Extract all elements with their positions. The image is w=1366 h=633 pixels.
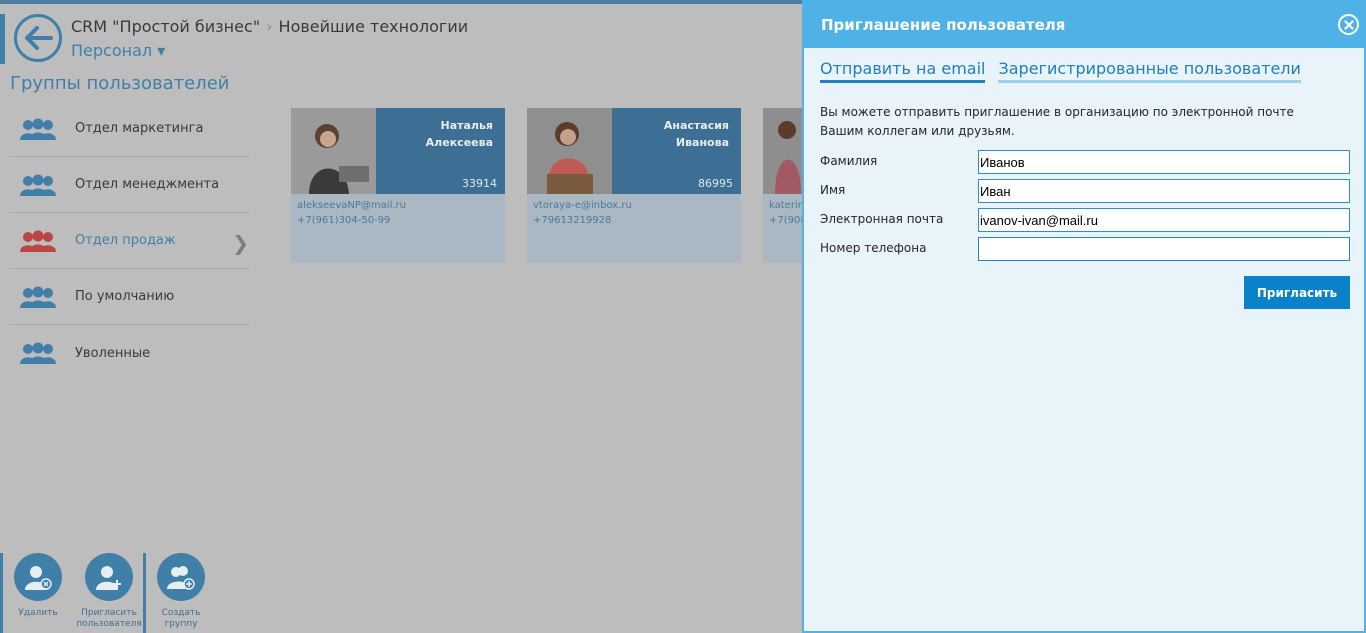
panel-header: Приглашение пользователя [804, 0, 1366, 48]
users-group-icon [20, 174, 56, 196]
chevron-right-icon: › [266, 17, 273, 36]
invite-user-button[interactable]: Пригласить пользователя [74, 553, 144, 630]
close-icon [1343, 19, 1354, 30]
delete-label: Удалить [18, 608, 58, 618]
group-add-icon [157, 553, 205, 601]
email-row: Электронная почта [820, 208, 1350, 232]
user-number: 86995 [698, 177, 733, 190]
panel-tabs: Отправить на email Зарегистрированные по… [820, 59, 1314, 83]
breadcrumb-org[interactable]: Новейшие технологии [279, 17, 469, 36]
create-group-label: Создать группу [161, 608, 201, 629]
user-card[interactable]: Анастасия Иванова 86995 vtoraya-e@inbox.r… [527, 108, 741, 263]
email-label: Электронная почта [820, 212, 944, 226]
chevron-right-icon: ❯ [232, 231, 249, 255]
user-number: 33914 [462, 177, 497, 190]
group-label: По умолчанию [75, 289, 175, 304]
bottom-action-bar: Удалить Пригласить пользователя Создать г… [0, 553, 240, 633]
user-phone: +79613219928 [533, 215, 612, 226]
users-group-icon [20, 342, 56, 364]
user-email: alekseevaNP@mail.ru [297, 200, 406, 211]
action-separator [0, 553, 3, 633]
back-button[interactable] [14, 14, 62, 62]
group-item-marketing[interactable]: Отдел маркетинга [10, 101, 249, 157]
users-group-icon [20, 118, 56, 140]
section-dropdown[interactable]: Персонал ▾ [71, 41, 165, 60]
delete-user-button[interactable]: Удалить [12, 553, 64, 619]
invite-user-panel: Приглашение пользователя Отправить на em… [802, 0, 1366, 633]
user-photo [763, 108, 803, 194]
invite-label: Пригласить пользователя [76, 608, 142, 629]
user-add-icon [85, 553, 133, 601]
user-card[interactable]: Наталья Алексеева 33914 alekseevaNP@mail.… [291, 108, 505, 263]
arrow-left-icon [25, 26, 53, 50]
group-label: Уволенные [75, 345, 151, 361]
user-card-header: Наталья Алексеева 33914 [291, 108, 505, 194]
caret-down-icon: ▾ [157, 41, 166, 60]
last-name-label: Фамилия [820, 154, 878, 168]
section-label: Персонал [71, 41, 153, 60]
user-phone: +7(961)304-50-99 [297, 215, 391, 226]
invite-button[interactable]: Пригласить [1244, 276, 1350, 309]
user-photo [291, 108, 376, 194]
first-name-row: Имя [820, 179, 1350, 203]
phone-field[interactable] [978, 237, 1350, 261]
users-group-icon [20, 230, 56, 252]
group-label: Отдел маркетинга [75, 121, 204, 136]
group-list: Отдел маркетинга Отдел менеджмента Отдел… [10, 101, 249, 381]
user-name: Наталья Алексеева [425, 119, 493, 149]
panel-title: Приглашение пользователя [821, 16, 1066, 34]
user-photo [527, 108, 612, 194]
users-group-icon [20, 286, 56, 308]
group-item-management[interactable]: Отдел менеджмента [10, 157, 249, 213]
breadcrumb-app[interactable]: CRM "Простой бизнес" [71, 17, 260, 36]
last-name-row: Фамилия [820, 150, 1350, 174]
user-phone: +7(908 [769, 215, 803, 226]
user-email: vtoraya-e@inbox.ru [533, 200, 632, 211]
group-item-sales[interactable]: Отдел продаж ❯ [10, 213, 249, 269]
create-group-button[interactable]: Создать группу [146, 553, 216, 630]
user-card[interactable]: katerin +7(908 [763, 108, 803, 263]
invite-intro-text: Вы можете отправить приглашение в органи… [820, 105, 1294, 138]
first-name-label: Имя [820, 183, 846, 197]
breadcrumb: CRM "Простой бизнес" › Новейшие технологии [71, 17, 468, 36]
user-card-header [763, 108, 803, 194]
tab-send-email[interactable]: Отправить на email [820, 59, 986, 83]
close-button[interactable] [1338, 14, 1359, 35]
tab-registered-users[interactable]: Зарегистрированные пользователи [998, 59, 1301, 83]
email-field[interactable] [978, 208, 1350, 232]
user-delete-icon [14, 553, 62, 601]
group-label: Отдел продаж [75, 233, 176, 248]
phone-label: Номер телефона [820, 241, 927, 255]
user-email: katerin [769, 200, 803, 211]
group-item-default[interactable]: По умолчанию [10, 269, 249, 325]
group-item-fired[interactable]: Уволенные [10, 325, 249, 381]
user-name: Анастасия Иванова [663, 119, 729, 149]
phone-row: Номер телефона [820, 237, 1350, 261]
last-name-field[interactable] [978, 150, 1350, 174]
user-card-header: Анастасия Иванова 86995 [527, 108, 741, 194]
group-label: Отдел менеджмента [75, 177, 220, 192]
back-accent-bar [0, 14, 5, 64]
first-name-field[interactable] [978, 179, 1350, 203]
groups-title: Группы пользователей [10, 73, 230, 94]
